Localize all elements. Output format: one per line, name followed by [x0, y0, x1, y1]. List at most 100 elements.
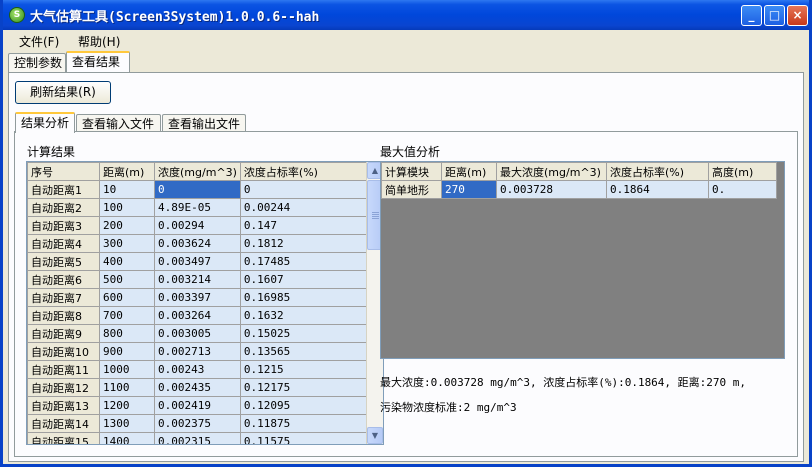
- ratio-cell[interactable]: 0.16985: [239, 288, 370, 307]
- table-row[interactable]: 自动距离3 200 0.00294 0.147: [27, 216, 370, 235]
- row-label-cell[interactable]: 自动距离4: [27, 234, 100, 253]
- column-header[interactable]: 浓度占标率(%): [239, 162, 370, 181]
- row-label-cell[interactable]: 自动距离6: [27, 270, 100, 289]
- table-row[interactable]: 自动距离1 10 0 0: [27, 180, 370, 199]
- tab-view-results[interactable]: 查看结果: [66, 51, 130, 72]
- row-label-cell[interactable]: 自动距离3: [27, 216, 100, 235]
- row-label-cell[interactable]: 自动距离5: [27, 252, 100, 271]
- distance-cell[interactable]: 100: [99, 198, 155, 217]
- distance-cell[interactable]: 500: [99, 270, 155, 289]
- column-header[interactable]: 距离(m): [99, 162, 155, 181]
- distance-cell[interactable]: 700: [99, 306, 155, 325]
- table-row[interactable]: 自动距离2 100 4.89E-05 0.00244: [27, 198, 370, 217]
- minimize-button[interactable]: _: [741, 5, 762, 26]
- module-cell[interactable]: 简单地形: [381, 180, 442, 199]
- table-row[interactable]: 自动距离5 400 0.003497 0.17485: [27, 252, 370, 271]
- concentration-cell[interactable]: 0.00243: [154, 360, 241, 379]
- column-header[interactable]: 计算模块: [381, 162, 442, 181]
- concentration-cell[interactable]: 0.002375: [154, 414, 241, 433]
- concentration-cell[interactable]: 0.002315: [154, 432, 241, 444]
- ratio-cell[interactable]: 0: [239, 180, 370, 199]
- concentration-cell[interactable]: 4.89E-05: [154, 198, 241, 217]
- row-label-cell[interactable]: 自动距离8: [27, 306, 100, 325]
- table-row[interactable]: 自动距离12 1100 0.002435 0.12175: [27, 378, 370, 397]
- distance-cell[interactable]: 200: [99, 216, 155, 235]
- maximize-button[interactable]: □: [764, 5, 785, 26]
- ratio-cell[interactable]: 0.11875: [239, 414, 370, 433]
- column-header[interactable]: 距离(m): [441, 162, 497, 181]
- ratio-cell[interactable]: 0.13565: [239, 342, 370, 361]
- column-header[interactable]: 序号: [27, 162, 100, 181]
- distance-cell[interactable]: 1300: [99, 414, 155, 433]
- distance-cell[interactable]: 900: [99, 342, 155, 361]
- ratio-cell[interactable]: 0.147: [239, 216, 370, 235]
- concentration-cell[interactable]: 0.002419: [154, 396, 241, 415]
- concentration-cell[interactable]: 0.002435: [154, 378, 241, 397]
- height-cell[interactable]: 0.: [708, 180, 777, 199]
- title-bar[interactable]: S 大气估算工具(Screen3System)1.0.0.6--hah _ □ …: [3, 0, 809, 30]
- column-header[interactable]: 最大浓度(mg/m^3): [496, 162, 607, 181]
- column-header[interactable]: 浓度占标率(%): [606, 162, 709, 181]
- ratio-cell[interactable]: 0.00244: [239, 198, 370, 217]
- menu-file[interactable]: 文件(F): [13, 32, 65, 51]
- table-row[interactable]: 自动距离15 1400 0.002315 0.11575: [27, 432, 370, 444]
- tab-control-params[interactable]: 控制参数: [8, 53, 66, 72]
- row-label-cell[interactable]: 自动距离9: [27, 324, 100, 343]
- tab-result-analysis[interactable]: 结果分析: [15, 112, 75, 133]
- distance-cell[interactable]: 1000: [99, 360, 155, 379]
- scroll-down-icon[interactable]: ▼: [367, 427, 383, 444]
- row-label-cell[interactable]: 自动距离7: [27, 288, 100, 307]
- max-analysis-grid[interactable]: 计算模块 距离(m) 最大浓度(mg/m^3) 浓度占标率(%) 高度(m) 简…: [380, 161, 785, 359]
- ratio-cell[interactable]: 0.1864: [606, 180, 709, 199]
- ratio-cell[interactable]: 0.1632: [239, 306, 370, 325]
- row-label-cell[interactable]: 自动距离13: [27, 396, 100, 415]
- row-label-cell[interactable]: 自动距离2: [27, 198, 100, 217]
- table-row[interactable]: 自动距离13 1200 0.002419 0.12095: [27, 396, 370, 415]
- distance-cell[interactable]: 10: [99, 180, 155, 199]
- ratio-cell[interactable]: 0.15025: [239, 324, 370, 343]
- row-label-cell[interactable]: 自动距离15: [27, 432, 100, 444]
- distance-cell[interactable]: 270: [441, 180, 497, 199]
- table-row[interactable]: 自动距离4 300 0.003624 0.1812: [27, 234, 370, 253]
- distance-cell[interactable]: 1400: [99, 432, 155, 444]
- concentration-cell[interactable]: 0.003264: [154, 306, 241, 325]
- row-label-cell[interactable]: 自动距离12: [27, 378, 100, 397]
- distance-cell[interactable]: 600: [99, 288, 155, 307]
- concentration-cell[interactable]: 0: [154, 180, 241, 199]
- table-row[interactable]: 自动距离11 1000 0.00243 0.1215: [27, 360, 370, 379]
- table-row[interactable]: 自动距离7 600 0.003397 0.16985: [27, 288, 370, 307]
- table-row[interactable]: 简单地形 270 0.003728 0.1864 0.: [381, 180, 777, 199]
- close-button[interactable]: ×: [787, 5, 808, 26]
- ratio-cell[interactable]: 0.12175: [239, 378, 370, 397]
- max-concentration-cell[interactable]: 0.003728: [496, 180, 607, 199]
- ratio-cell[interactable]: 0.17485: [239, 252, 370, 271]
- ratio-cell[interactable]: 0.1607: [239, 270, 370, 289]
- table-row[interactable]: 自动距离6 500 0.003214 0.1607: [27, 270, 370, 289]
- distance-cell[interactable]: 800: [99, 324, 155, 343]
- concentration-cell[interactable]: 0.003214: [154, 270, 241, 289]
- calc-results-grid[interactable]: 序号 距离(m) 浓度(mg/m^3) 浓度占标率(%) 自动距离1 10 0 0 自动…: [26, 161, 384, 445]
- concentration-cell[interactable]: 0.002713: [154, 342, 241, 361]
- table-row[interactable]: 自动距离9 800 0.003005 0.15025: [27, 324, 370, 343]
- column-header[interactable]: 高度(m): [708, 162, 777, 181]
- concentration-cell[interactable]: 0.003005: [154, 324, 241, 343]
- distance-cell[interactable]: 400: [99, 252, 155, 271]
- table-row[interactable]: 自动距离8 700 0.003264 0.1632: [27, 306, 370, 325]
- ratio-cell[interactable]: 0.12095: [239, 396, 370, 415]
- ratio-cell[interactable]: 0.1812: [239, 234, 370, 253]
- ratio-cell[interactable]: 0.11575: [239, 432, 370, 444]
- menu-help[interactable]: 帮助(H): [72, 32, 126, 51]
- column-header[interactable]: 浓度(mg/m^3): [154, 162, 241, 181]
- row-label-cell[interactable]: 自动距离10: [27, 342, 100, 361]
- distance-cell[interactable]: 1200: [99, 396, 155, 415]
- table-row[interactable]: 自动距离14 1300 0.002375 0.11875: [27, 414, 370, 433]
- concentration-cell[interactable]: 0.003497: [154, 252, 241, 271]
- row-label-cell[interactable]: 自动距离1: [27, 180, 100, 199]
- distance-cell[interactable]: 1100: [99, 378, 155, 397]
- ratio-cell[interactable]: 0.1215: [239, 360, 370, 379]
- row-label-cell[interactable]: 自动距离11: [27, 360, 100, 379]
- refresh-results-button[interactable]: 刷新结果(R): [15, 81, 111, 104]
- concentration-cell[interactable]: 0.00294: [154, 216, 241, 235]
- table-row[interactable]: 自动距离10 900 0.002713 0.13565: [27, 342, 370, 361]
- row-label-cell[interactable]: 自动距离14: [27, 414, 100, 433]
